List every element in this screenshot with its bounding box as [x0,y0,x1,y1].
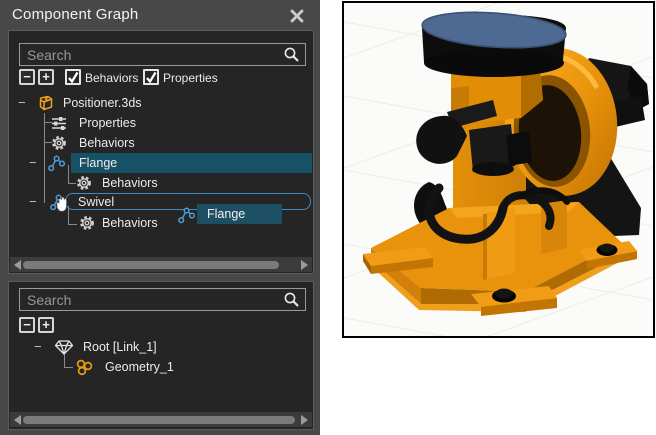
properties-icon [50,115,68,132]
drag-ghost-label: Flange [207,207,245,221]
tree-row-flange[interactable]: − Flange [9,153,313,173]
tree-row-properties[interactable]: Properties [9,113,313,133]
graph-search [19,43,306,66]
component-icon [36,94,55,113]
component-graph-panel: Component Graph − + Behaviors Propertie [0,0,320,435]
scroll-left-arrow-icon[interactable] [14,415,21,425]
node-icon [177,206,196,225]
behaviors-checkbox[interactable] [65,69,81,85]
collapse-expander[interactable]: − [34,342,42,352]
tree-row-positioner[interactable]: − Positioner.3ds [9,93,313,113]
3d-viewport[interactable] [342,1,655,338]
behaviors-filter-label: Behaviors [85,71,138,85]
horizontal-scrollbar[interactable] [10,412,312,427]
graph-tree-panel: − + Behaviors Properties − Position [8,30,314,274]
search-icon [283,46,300,63]
scroll-right-arrow-icon[interactable] [301,415,308,425]
tree-row-label: Geometry_1 [105,360,174,374]
scrollbar-thumb[interactable] [23,261,279,269]
hierarchy-search [19,288,306,311]
geometry-icon [75,358,95,377]
tree-row-root-link[interactable]: − Root [Link_1] [9,337,313,357]
collapse-expander[interactable]: − [18,98,26,108]
tree-row-behaviors[interactable]: Behaviors [9,133,313,153]
scrollbar-thumb[interactable] [23,416,295,424]
hierarchy-search-input[interactable] [19,288,306,311]
positioner-3d-model [344,3,653,336]
collapse-all-button[interactable]: − [19,69,35,85]
check-icon [145,71,157,83]
gear-icon [78,214,96,232]
gear-icon [50,134,68,152]
collapse-expander[interactable]: − [29,197,37,207]
panel-title: Component Graph [12,6,138,23]
tree-row-label: Properties [79,116,136,130]
drag-ghost: Flange [197,204,282,224]
properties-filter-label: Properties [163,71,218,85]
node-icon [47,154,66,173]
tree-row-label: Swivel [78,195,114,209]
close-icon[interactable] [289,8,305,24]
scroll-left-arrow-icon[interactable] [14,260,21,270]
tree-row-geometry[interactable]: Geometry_1 [9,357,313,377]
tree-row-label: Flange [79,156,117,170]
collapse-expander[interactable]: − [29,158,37,168]
collapse-all-button[interactable]: − [19,317,35,333]
hierarchy-panel: − + − Root [Link_1] Geometry_1 [8,281,314,430]
gem-icon [54,338,74,356]
tree-row-label: Positioner.3ds [63,96,142,110]
properties-checkbox[interactable] [143,69,159,85]
gear-icon [75,174,93,192]
tree-row-behaviors[interactable]: Behaviors [9,173,313,193]
search-icon [283,291,300,308]
graph-search-input[interactable] [19,43,306,66]
tree-row-label: Root [Link_1] [83,340,157,354]
tree-row-label: Behaviors [102,176,158,190]
tree-row-label: Behaviors [79,136,135,150]
horizontal-scrollbar[interactable] [10,257,312,272]
tree-row-label: Behaviors [102,216,158,230]
check-icon [67,71,79,83]
scroll-right-arrow-icon[interactable] [301,260,308,270]
expand-all-button[interactable]: + [38,317,54,333]
expand-all-button[interactable]: + [38,69,54,85]
